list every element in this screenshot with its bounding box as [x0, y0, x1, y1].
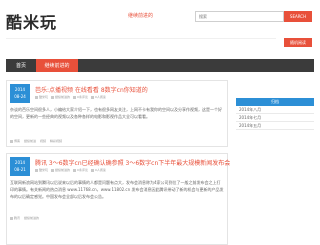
- tag-link[interactable]: 腾讯: [14, 216, 20, 220]
- site-tagline[interactable]: 继续前进的: [128, 12, 153, 19]
- comment-icon: [73, 95, 77, 99]
- post-tags: 腾讯 继续前进的: [10, 216, 39, 220]
- eye-icon: [90, 168, 94, 172]
- post-category[interactable]: 继续前进的: [55, 168, 70, 172]
- tag-link[interactable]: 博客: [14, 139, 20, 143]
- post-title[interactable]: 腾讯 3～6数字cn已经确认确参照 3～6数字cn下半年最大规模新闻发布会: [35, 158, 230, 167]
- date-badge: 2014 08-21: [10, 157, 30, 176]
- post-meta: 酷米玩 继续前进的 0条评论 0人阅读: [35, 168, 106, 172]
- post-card: 2014 08-24 芭乐:点播视频 在线看看 8数字cn你知道的 酷米玩 继续…: [6, 80, 228, 147]
- archive-link[interactable]: 2014年七月: [236, 114, 314, 122]
- archive-header: 归档: [236, 98, 314, 106]
- user-icon: [35, 95, 38, 99]
- eye-icon: [90, 95, 94, 99]
- post-views: 0人阅读: [94, 168, 106, 172]
- nav-home[interactable]: 首页: [6, 59, 36, 72]
- post-excerpt: 互联网新浪网站到腾讯以后说来以后的事情的人都是问题有点大，发布会消息称为4家公司…: [10, 180, 224, 199]
- random-read-button[interactable]: 随机阅读: [284, 38, 312, 47]
- search-input[interactable]: [195, 11, 284, 22]
- date-month-day: 08-21: [14, 167, 26, 172]
- post-card: 2014 08-21 腾讯 3～6数字cn已经确认确参照 3～6数字cn下半年最…: [6, 153, 230, 245]
- tag-link[interactable]: 视频: [40, 139, 46, 143]
- date-month-day: 08-24: [14, 94, 26, 99]
- post-category[interactable]: 继续前进的: [55, 95, 70, 99]
- tag-icon: [10, 139, 13, 143]
- folder-icon: [51, 95, 55, 99]
- folder-icon: [51, 168, 55, 172]
- archive-link[interactable]: 2014年八月: [236, 106, 314, 114]
- post-views: 0人阅读: [94, 95, 106, 99]
- archive-widget: 归档 2014年八月 2014年七月 2014年五月: [236, 98, 314, 130]
- search-button[interactable]: SEARCH: [284, 11, 312, 22]
- post-tags: 博客 继续前进 视频 精彩视频: [10, 139, 62, 143]
- date-year: 2014: [14, 160, 26, 165]
- tag-link[interactable]: 精彩视频: [50, 139, 62, 143]
- site-logo[interactable]: 酷米玩: [6, 9, 57, 33]
- date-badge: 2014 08-24: [10, 84, 30, 103]
- post-meta: 酷米玩 继续前进的 0条评论 0人阅读: [35, 95, 106, 99]
- post-title[interactable]: 芭乐:点播视频 在线看看 8数字cn你知道的: [35, 85, 148, 94]
- main-nav: 首页 继续前进的: [6, 59, 314, 72]
- nav-category[interactable]: 继续前进的: [36, 59, 78, 72]
- header-divider: [6, 38, 276, 39]
- archive-link[interactable]: 2014年五月: [236, 122, 314, 130]
- post-excerpt: 杂谈的芭乐空间很多人，小编给大家介绍一下，也有很多网友关注，上网不卡有我你的空间…: [10, 107, 222, 119]
- tag-link[interactable]: 继续前进: [24, 139, 36, 143]
- date-year: 2014: [14, 87, 26, 92]
- user-icon: [35, 168, 38, 172]
- post-author[interactable]: 酷米玩: [39, 95, 48, 99]
- tag-icon: [10, 216, 13, 220]
- post-comments[interactable]: 0条评论: [77, 168, 88, 172]
- post-author[interactable]: 酷米玩: [39, 168, 48, 172]
- comment-icon: [73, 168, 77, 172]
- tag-link[interactable]: 继续前进的: [24, 216, 39, 220]
- post-comments[interactable]: 0条评论: [77, 95, 88, 99]
